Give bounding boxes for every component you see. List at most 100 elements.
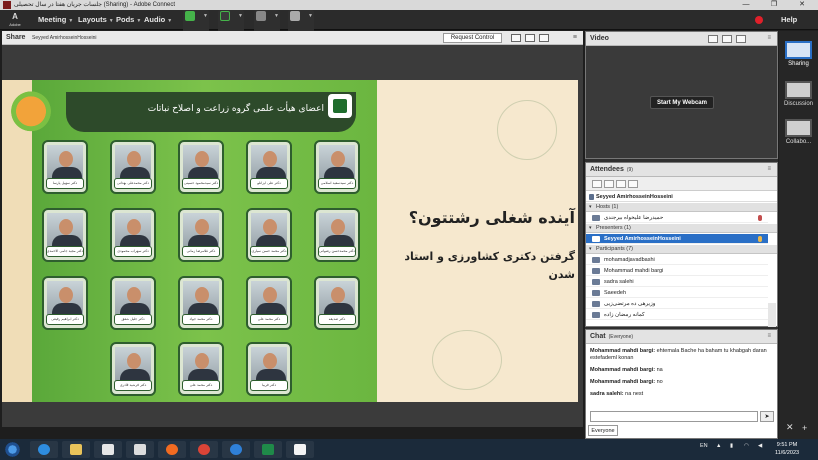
faculty-card: دکتر ابراهیم رفیعی [42,276,88,330]
chat-tab-everyone[interactable]: Everyone [588,425,618,436]
faculty-card: دکتر سهیل پارسا [42,140,88,194]
taskbar-edge[interactable] [222,441,250,458]
tray-arrow-icon[interactable]: ▲ [716,443,721,449]
attendee-row[interactable]: mohamadjavadbashi [586,255,768,265]
fit-to-width-icon[interactable] [511,34,521,42]
user-icon [592,236,600,242]
taskbar-clock[interactable]: 9:51 PM 11/6/2023 [775,441,799,457]
faculty-name: دکتر محمد علی [250,314,288,325]
taskbar-ie[interactable] [30,441,58,458]
add-layout-icon[interactable]: + [802,423,807,433]
attendee-row[interactable]: حمیدرضا علیخواه بیرجندی [586,213,768,223]
taskbar-media[interactable] [94,441,122,458]
slide-subheading: گرفتن دکتری کشاورزی و استاد شدن [404,250,575,281]
faculty-name: دکتر فرشید قادری [114,380,152,391]
faculty-card: دکتر محمد علی [178,342,224,396]
faculty-face [331,287,345,303]
faculty-name: دکتر سهیل پارسا [46,178,84,189]
layout-collaboration[interactable]: Collabo... [783,119,814,145]
faculty-card: دکتر محمد علی [246,276,292,330]
attendee-row[interactable]: Seyyed AmirhosseinHosseini [586,234,768,244]
faculty-name: دکتر جلیل شفق [114,314,152,325]
minimize-button[interactable]: — [732,0,760,10]
menu-meeting[interactable]: Meeting ▼ [38,10,73,30]
taskbar-firefox[interactable] [158,441,186,458]
faculty-card: دکتر محمدعلی بهدانی [110,140,156,194]
chat-message: Mohammad mahdi bargi: no [590,379,770,386]
faculty-card: دکتر غلامرضا زمانی [178,208,224,262]
attendee-row[interactable]: کمانه رمضان زاده [586,310,768,320]
faculty-photo [183,281,219,317]
attendees-scrollbar[interactable] [768,303,776,327]
attendee-row[interactable]: Mohammad mahdi bargi [586,266,768,276]
menu-audio[interactable]: Audio ▼ [144,10,172,30]
faculty-face [263,151,277,167]
faculty-face [195,353,209,369]
chat-text: na [656,367,663,373]
decor-circle [497,100,557,160]
start-button[interactable] [4,441,21,458]
wifi-icon[interactable]: ◠ [744,443,749,449]
presenters-group[interactable]: Presenters (1) [586,224,777,233]
chevron-down-icon: ▼ [203,13,208,19]
chat-message: Mohammad mahdi bargi: ehtemala Bache ha … [590,348,770,362]
attendee-row[interactable]: sadra salehi [586,277,768,287]
pod-menu-icon[interactable]: ≡ [767,333,771,339]
chat-input[interactable] [590,411,758,422]
taskbar-app[interactable] [254,441,282,458]
participants-group[interactable]: Participants (7) [586,245,777,254]
hosts-group[interactable]: Hosts (1) [586,203,777,212]
network-icon[interactable]: ▮ [730,443,733,449]
fullscreen-icon[interactable] [539,34,549,42]
help-menu[interactable]: Help [781,10,797,30]
layout-sharing[interactable]: Sharing [783,41,814,67]
pod-menu-icon[interactable]: ≡ [573,34,577,41]
faculty-photo [183,145,219,181]
taskbar-explorer[interactable] [62,441,90,458]
pod-menu-icon[interactable]: ≡ [767,166,771,172]
role-view-icon[interactable] [604,180,614,188]
video-pod: Video ≡ Start My Webcam [585,31,778,159]
faculty-card: دکتر محمد حسن سیاری [246,208,292,262]
fullscreen-icon[interactable] [736,35,746,43]
faculty-name: دکتر صدیقه [318,314,356,325]
volume-icon[interactable]: ◀ [758,443,762,449]
taskbar-clapper[interactable] [126,441,154,458]
status-view-icon[interactable] [616,180,626,188]
faculty-face [263,287,277,303]
video-filmstrip-icon[interactable] [722,35,732,43]
video-grid-icon[interactable] [708,35,718,43]
close-button[interactable]: ✕ [788,0,816,10]
layout-label: Sharing [788,61,809,67]
faculty-card: دکتر سیدسعید اسلامی [314,140,360,194]
options-icon[interactable] [628,180,638,188]
app-icon [3,1,11,9]
attendee-row[interactable]: وزیرهی ده مرتضی‌زیی [586,299,768,309]
faculty-photo [183,347,219,383]
list-view-icon[interactable] [592,180,602,188]
user-icon [592,268,600,274]
taskbar-document[interactable] [286,441,314,458]
start-webcam-button[interactable]: Start My Webcam [650,96,714,109]
menu-pods[interactable]: Pods ▼ [116,10,141,30]
taskbar-chrome[interactable] [190,441,218,458]
faculty-face [195,219,209,235]
attendee-row[interactable]: Saeedeh [586,288,768,298]
layout-label: Discussion [783,101,813,107]
layouts-bar: Sharing Discussion Collabo... ✕ + [779,31,818,439]
chevron-down-icon: ▼ [274,13,279,19]
pod-menu-icon[interactable]: ≡ [767,35,771,41]
layout-settings-icon[interactable]: ✕ [786,422,794,433]
sync-view-icon[interactable] [525,34,535,42]
menu-layouts[interactable]: Layouts ▼ [78,10,114,30]
maximize-button[interactable]: ❐ [760,0,788,10]
chat-pod-title: Chat (Everyone) [590,333,633,340]
layout-discussion[interactable]: Discussion [783,81,814,107]
faculty-face [127,353,141,369]
send-message-icon[interactable]: ➤ [760,411,774,422]
faculty-face [127,219,141,235]
user-icon [592,215,600,221]
request-control-button[interactable]: Request Control [443,33,502,43]
language-indicator[interactable]: EN [700,443,708,449]
current-user: Seyyed AmirhosseinHosseini [586,192,777,202]
